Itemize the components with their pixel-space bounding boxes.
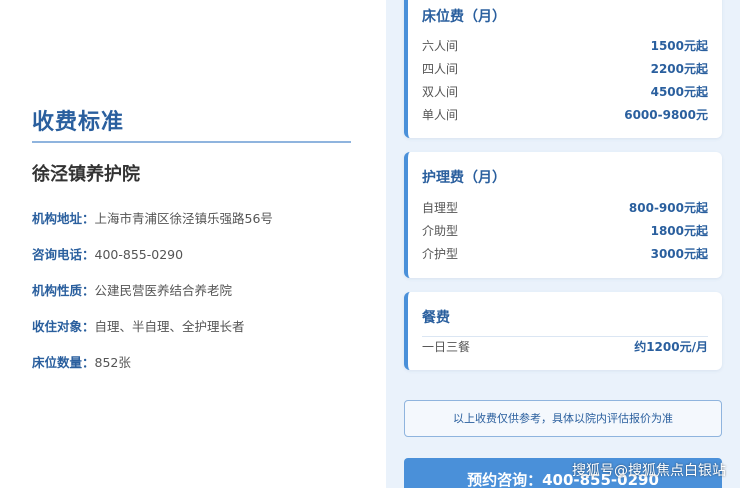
card-title: 餐费 bbox=[422, 310, 450, 326]
fee-row: 四人间 2200元起 bbox=[422, 60, 708, 78]
fee-row: 介助型 1800元起 bbox=[422, 222, 708, 240]
info-value: 852张 bbox=[94, 355, 131, 370]
fee-row: 六人间 1500元起 bbox=[422, 37, 708, 55]
fee-name: 单人间 bbox=[422, 108, 459, 122]
card-title: 床位费（月） bbox=[422, 9, 506, 25]
info-residents: 收住对象：自理、半自理、全护理长者 bbox=[32, 316, 245, 335]
info-value: 自理、半自理、全护理长者 bbox=[94, 319, 245, 334]
fee-name: 六人间 bbox=[422, 39, 459, 53]
fee-price: 1500元起 bbox=[650, 39, 708, 53]
info-label: 收住对象： bbox=[32, 319, 95, 334]
info-label: 机构性质： bbox=[32, 283, 95, 298]
fee-price: 6000-9800元 bbox=[624, 108, 708, 122]
watermark: 搜狐号@搜狐焦点白银站 bbox=[572, 463, 726, 479]
org-name: 徐泾镇养护院 bbox=[32, 164, 140, 185]
info-label: 床位数量： bbox=[32, 355, 95, 370]
fee-row: 介护型 3000元起 bbox=[422, 245, 708, 263]
fee-price: 1800元起 bbox=[650, 224, 708, 238]
info-phone: 咨询电话：400-855-0290 bbox=[32, 244, 183, 263]
info-label: 机构地址： bbox=[32, 211, 95, 226]
fee-name: 介助型 bbox=[422, 224, 459, 238]
fee-row: 一日三餐 约1200元/月 bbox=[422, 338, 708, 356]
fee-price: 3000元起 bbox=[650, 247, 708, 261]
info-beds: 床位数量：852张 bbox=[32, 352, 131, 371]
fee-price: 4500元起 bbox=[650, 85, 708, 99]
bed-fee-card: 床位费（月） 六人间 1500元起 四人间 2200元起 双人间 4500元起 … bbox=[404, 0, 722, 138]
card-divider bbox=[422, 336, 708, 337]
fee-row: 单人间 6000-9800元 bbox=[422, 106, 708, 124]
fee-name: 自理型 bbox=[422, 201, 459, 215]
card-title: 护理费（月） bbox=[422, 170, 506, 186]
fee-name: 四人间 bbox=[422, 62, 459, 76]
care-fee-card: 护理费（月） 自理型 800-900元起 介助型 1800元起 介护型 3000… bbox=[404, 152, 722, 278]
fee-name: 介护型 bbox=[422, 247, 459, 261]
fee-price: 2200元起 bbox=[650, 62, 708, 76]
section-title: 收费标准 bbox=[32, 110, 125, 135]
fee-row: 自理型 800-900元起 bbox=[422, 199, 708, 217]
fee-price: 800-900元起 bbox=[628, 201, 708, 215]
info-nature: 机构性质：公建民营医养结合养老院 bbox=[32, 280, 232, 299]
left-panel: 收费标准 徐泾镇养护院 机构地址：上海市青浦区徐泾镇乐强路56号 咨询电话：40… bbox=[0, 0, 386, 488]
price-disclaimer: 以上收费仅供参考，具体以院内评估报价为准 bbox=[404, 400, 722, 437]
fee-name: 一日三餐 bbox=[422, 340, 471, 354]
meal-fee-card: 餐费 一日三餐 约1200元/月 bbox=[404, 292, 722, 370]
info-value: 上海市青浦区徐泾镇乐强路56号 bbox=[94, 211, 273, 226]
fee-price: 约1200元/月 bbox=[634, 340, 708, 354]
right-panel: 床位费（月） 六人间 1500元起 四人间 2200元起 双人间 4500元起 … bbox=[386, 0, 740, 488]
fee-row: 双人间 4500元起 bbox=[422, 83, 708, 101]
info-address: 机构地址：上海市青浦区徐泾镇乐强路56号 bbox=[32, 208, 273, 227]
info-label: 咨询电话： bbox=[32, 247, 95, 262]
title-divider bbox=[32, 141, 351, 143]
fee-name: 双人间 bbox=[422, 85, 459, 99]
info-value: 公建民营医养结合养老院 bbox=[94, 283, 233, 298]
info-value: 400-855-0290 bbox=[94, 247, 184, 262]
